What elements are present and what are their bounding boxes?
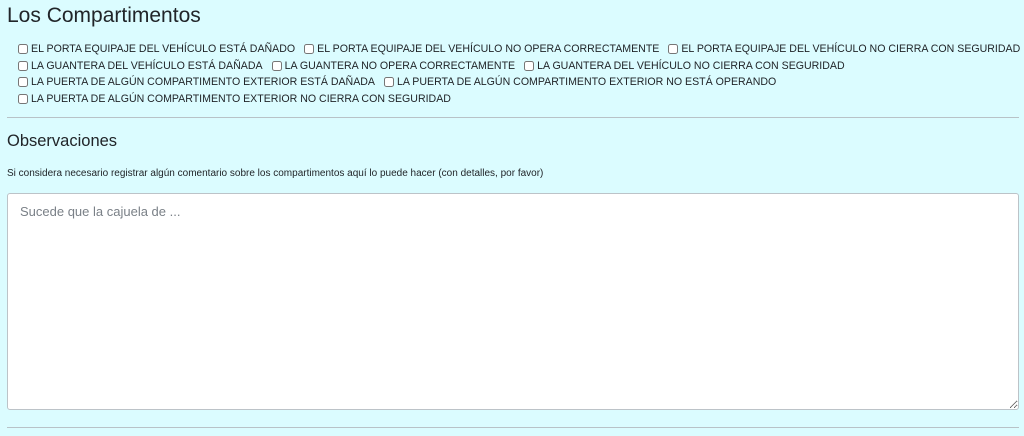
observaciones-hint: Si considera necesario registrar algún c… [7, 168, 544, 179]
damage-option-label: EL PORTA EQUIPAJE DEL VEHÍCULO NO OPERA … [317, 43, 660, 55]
observaciones-textarea[interactable] [7, 193, 1019, 410]
damage-checkbox[interactable] [304, 44, 315, 54]
damage-option-label: EL PORTA EQUIPAJE DEL VEHÍCULO NO CIERRA… [681, 43, 1021, 55]
damage-option[interactable]: LA PUERTA DE ALGÚN COMPARTIMENTO EXTERIO… [18, 75, 375, 89]
observaciones-title: Observaciones [7, 132, 118, 150]
damage-option[interactable]: LA PUERTA DE ALGÚN COMPARTIMENTO EXTERIO… [383, 75, 777, 89]
bottom-divider [7, 427, 1019, 428]
damage-option-label: EL PORTA EQUIPAJE DEL VEHÍCULO ESTÁ DAÑA… [31, 43, 296, 55]
damage-option-label: LA GUANTERA NO OPERA CORRECTAMENTE [284, 59, 516, 72]
damage-option[interactable]: LA GUANTERA DEL VEHÍCULO ESTÁ DAÑADA [18, 59, 263, 73]
checkbox-row: EL PORTA EQUIPAJE DEL VEHÍCULO ESTÁ DAÑA… [18, 42, 1020, 56]
checkbox-row: LA PUERTA DE ALGÚN COMPARTIMENTO EXTERIO… [18, 92, 1018, 106]
damage-checkbox[interactable] [18, 77, 28, 88]
damage-option[interactable]: EL PORTA EQUIPAJE DEL VEHÍCULO ESTÁ DAÑA… [18, 42, 295, 56]
damage-checkbox[interactable] [524, 60, 535, 71]
damage-checkbox[interactable] [383, 77, 394, 88]
damage-option-label: LA PUERTA DE ALGÚN COMPARTIMENTO EXTERIO… [396, 76, 777, 89]
section-divider [7, 117, 1019, 118]
damage-option-label: LA PUERTA DE ALGÚN COMPARTIMENTO EXTERIO… [31, 93, 451, 106]
damage-option[interactable]: EL PORTA EQUIPAJE DEL VEHÍCULO NO OPERA … [304, 42, 659, 56]
damage-option[interactable]: LA PUERTA DE ALGÚN COMPARTIMENTO EXTERIO… [18, 92, 451, 106]
damage-checkbox[interactable] [18, 94, 28, 105]
damage-checkbox[interactable] [668, 44, 679, 54]
damage-option[interactable]: LA GUANTERA NO OPERA CORRECTAMENTE [271, 59, 516, 73]
damage-checkbox[interactable] [18, 60, 28, 71]
damage-checkbox-group: EL PORTA EQUIPAJE DEL VEHÍCULO ESTÁ DAÑA… [18, 42, 1020, 109]
damage-option-label: LA GUANTERA DEL VEHÍCULO NO CIERRA CON S… [537, 59, 845, 72]
checkbox-row: LA GUANTERA DEL VEHÍCULO ESTÁ DAÑADA LA G… [18, 59, 1018, 73]
checkbox-row: LA PUERTA DE ALGÚN COMPARTIMENTO EXTERIO… [18, 75, 1018, 89]
damage-option[interactable]: EL PORTA EQUIPAJE DEL VEHÍCULO NO CIERRA… [668, 42, 1020, 56]
section-title: Los Compartimentos [7, 4, 201, 27]
damage-option-label: LA GUANTERA DEL VEHÍCULO ESTÁ DAÑADA [31, 59, 263, 72]
damage-checkbox[interactable] [271, 60, 282, 71]
damage-option[interactable]: LA GUANTERA DEL VEHÍCULO NO CIERRA CON S… [524, 59, 845, 73]
damage-checkbox[interactable] [18, 44, 28, 54]
damage-option-label: LA PUERTA DE ALGÚN COMPARTIMENTO EXTERIO… [31, 76, 375, 89]
